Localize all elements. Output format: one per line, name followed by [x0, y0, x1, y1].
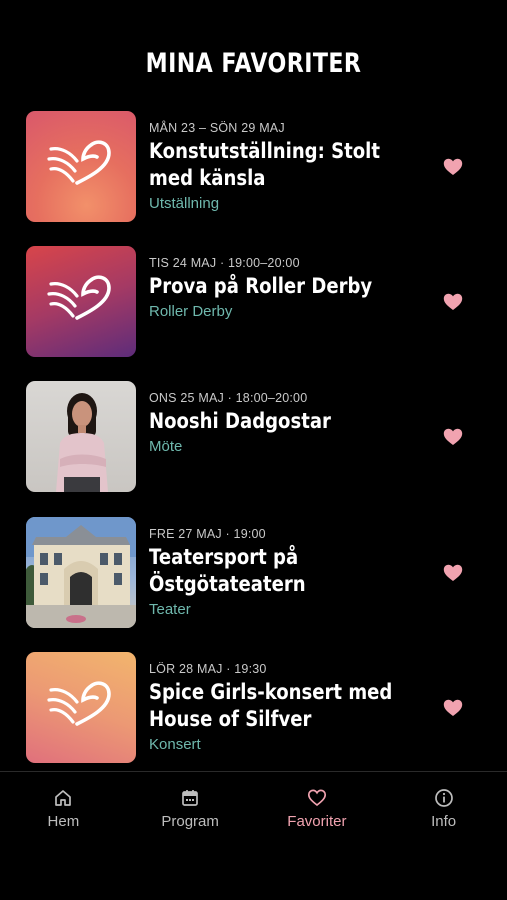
heart-logo-icon — [47, 680, 111, 726]
event-title: Prova på Roller Derby — [149, 274, 373, 298]
event-category: Konsert — [149, 736, 201, 753]
info-icon — [434, 789, 453, 807]
tab-favoriter[interactable]: Favoriter — [254, 772, 381, 852]
event-photo — [26, 381, 136, 492]
event-date: ONS 25 MAJ · 18:00–20:00 — [149, 391, 308, 405]
favorite-heart-icon[interactable] — [443, 428, 463, 446]
tab-label: Favoriter — [287, 813, 347, 830]
heart-logo-icon — [47, 274, 111, 320]
event-date: MÅN 23 – SÖN 29 MAJ — [149, 121, 285, 135]
event-thumbnail — [26, 652, 136, 763]
event-thumbnail — [26, 246, 136, 357]
event-date: TIS 24 MAJ · 19:00–20:00 — [149, 256, 300, 270]
theatre-building-icon — [26, 517, 136, 628]
tab-label: Hem — [47, 813, 80, 830]
event-title: Konstutställning: Stolt med känsla — [149, 139, 380, 190]
event-thumbnail — [26, 111, 136, 222]
event-category: Utställning — [149, 195, 220, 212]
event-category: Roller Derby — [149, 303, 233, 320]
favorite-heart-icon[interactable] — [443, 699, 463, 717]
list-item[interactable]: LÖR 28 MAJ · 19:30 Spice Girls-konsert m… — [0, 652, 507, 763]
tab-label: Program — [161, 813, 219, 830]
page-title: MINA FAVORITER — [145, 48, 362, 79]
bottom-tab-bar: Hem Program Favoriter Info — [0, 772, 507, 852]
heart-icon — [307, 789, 326, 807]
tab-hem[interactable]: Hem — [0, 772, 127, 852]
event-date: LÖR 28 MAJ · 19:30 — [149, 662, 267, 676]
event-category: Möte — [149, 438, 183, 455]
event-date: FRE 27 MAJ · 19:00 — [149, 527, 266, 541]
list-item[interactable]: MÅN 23 – SÖN 29 MAJ Konstutställning: St… — [0, 111, 507, 222]
event-title: Teatersport på Östgötateatern — [149, 545, 306, 596]
event-photo — [26, 517, 136, 628]
event-title: Spice Girls-konsert med House of Silfver — [149, 680, 393, 731]
home-icon — [55, 790, 72, 806]
heart-logo-icon — [47, 139, 111, 185]
tab-label: Info — [431, 813, 457, 830]
calendar-icon — [182, 790, 198, 806]
event-category: Teater — [149, 601, 191, 618]
favorite-heart-icon[interactable] — [443, 293, 463, 311]
list-item[interactable]: FRE 27 MAJ · 19:00 Teatersport på Östgöt… — [0, 517, 507, 628]
person-photo-icon — [56, 393, 108, 492]
list-item[interactable]: TIS 24 MAJ · 19:00–20:00 Prova på Roller… — [0, 246, 507, 357]
favorite-heart-icon[interactable] — [443, 564, 463, 582]
event-title: Nooshi Dadgostar — [149, 409, 331, 433]
tab-info[interactable]: Info — [380, 772, 507, 852]
list-item[interactable]: ONS 25 MAJ · 18:00–20:00 Nooshi Dadgosta… — [0, 381, 507, 492]
tab-program[interactable]: Program — [127, 772, 254, 852]
favorite-heart-icon[interactable] — [443, 158, 463, 176]
